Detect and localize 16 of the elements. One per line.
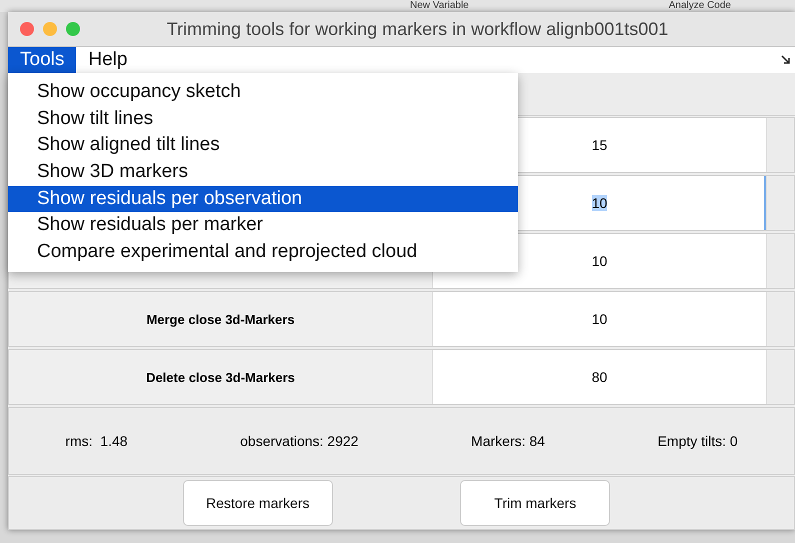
toolbar-label: Analyze Code [668, 0, 731, 12]
window-title: Trimming tools for working markers in workflow alignb001ts001 [166, 18, 670, 40]
menu-title[interactable]: Help [76, 47, 140, 73]
status-text: rms: 1.48 [65, 433, 128, 449]
close-icon[interactable] [20, 22, 34, 36]
status-text: observations: 2922 [240, 433, 358, 449]
toolbar-label: New Variable [410, 0, 469, 12]
resize-icon[interactable] [781, 55, 791, 65]
maximize-icon[interactable] [66, 22, 80, 36]
menu-item[interactable]: Show occupancy sketch [8, 79, 518, 106]
minimize-icon[interactable] [43, 22, 57, 36]
status-text: Empty tilts: 0 [658, 433, 738, 449]
action-button[interactable]: Restore markers [182, 480, 333, 526]
menu-title[interactable]: Tools [8, 47, 76, 73]
action-button[interactable]: Trim markers [460, 480, 610, 526]
status-text: Markers: 84 [471, 433, 545, 449]
